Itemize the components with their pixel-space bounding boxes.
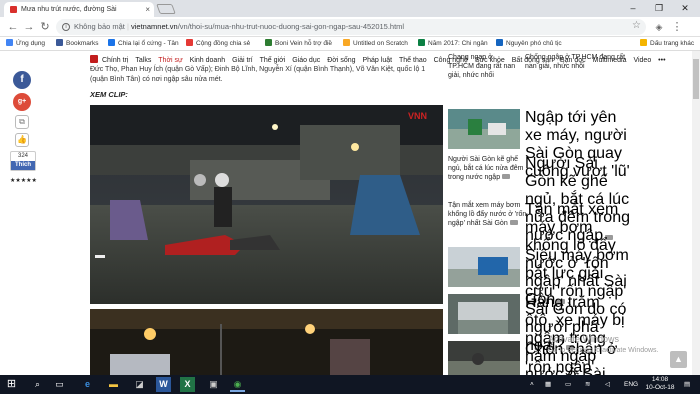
url-domain: vietnamnet.vn bbox=[131, 22, 178, 31]
taskbar: ⊞ ⌕ ▭ e ▬ ◪ W X ▣ ◉ ˄ ▦ ▭ ≋ ◁ ENG 14:08 … bbox=[0, 375, 700, 394]
file-explorer-icon[interactable]: ▬ bbox=[106, 377, 121, 392]
site-favicon-icon bbox=[10, 6, 17, 13]
related-thumbnail[interactable] bbox=[448, 294, 520, 334]
menu-icon[interactable]: ⋮ bbox=[670, 20, 684, 34]
share-panel: f g+ ⧉ 👍 324 Thích ★★★★★ bbox=[10, 71, 38, 184]
clock[interactable]: 14:08 10-Oct-18 bbox=[640, 376, 680, 392]
article: Đức Thọ, Phan Huy Ích (quận Gò Vấp); Đin… bbox=[90, 51, 445, 99]
battery-icon[interactable]: ▭ bbox=[565, 375, 571, 394]
related-thumbnail[interactable] bbox=[448, 109, 520, 149]
address-bar[interactable]: i Không bảo mật | vietnamnet.vn/vn/thoi-… bbox=[56, 19, 646, 35]
bookmarks-bar: Ứng dụng Bookmarks Chia lại ổ cứng - Tân… bbox=[0, 37, 700, 51]
copy-link-icon[interactable]: ⧉ bbox=[15, 115, 29, 129]
excel-icon[interactable]: X bbox=[180, 377, 195, 392]
toolbar: ← → ↻ i Không bảo mật | vietnamnet.vn/vn… bbox=[0, 17, 700, 37]
related-thumbnail[interactable] bbox=[448, 341, 520, 375]
search-icon[interactable]: ⌕ bbox=[30, 377, 45, 392]
scroll-to-top-button[interactable]: ▲ bbox=[670, 351, 687, 368]
tray-chevron-icon[interactable]: ˄ bbox=[530, 375, 534, 394]
start-icon[interactable]: ⊞ bbox=[4, 377, 19, 392]
like-label: Thích bbox=[11, 161, 35, 170]
minimize-button[interactable]: – bbox=[620, 0, 646, 17]
bookmark-item[interactable]: Dấu trang khác bbox=[640, 37, 694, 51]
bookmark-item[interactable]: Boni Vein hỗ trợ điề bbox=[265, 37, 332, 51]
maximize-button[interactable]: ❐ bbox=[646, 0, 672, 17]
reload-icon[interactable]: ↻ bbox=[38, 20, 52, 34]
forward-icon[interactable]: → bbox=[22, 20, 36, 34]
word-icon[interactable]: W bbox=[156, 377, 171, 392]
camera-icon bbox=[502, 174, 511, 179]
more-nav-icon[interactable]: ••• bbox=[658, 53, 665, 68]
video-frame: VNN bbox=[90, 105, 443, 304]
nav-item[interactable]: Video bbox=[633, 53, 651, 68]
thumbs-up-icon[interactable]: 👍 bbox=[15, 133, 29, 147]
related-link[interactable]: Chang ngap ở TP.HCM đang rất nan giải, n… bbox=[448, 53, 520, 80]
bookmark-item[interactable]: Untitled on Scratch bbox=[343, 37, 408, 51]
page-content: Chính trị Talks Thời sự Kinh doanh Giải … bbox=[0, 51, 700, 375]
activate-windows-watermark: Activate Windows Go to Settings to activ… bbox=[548, 334, 659, 354]
chrome-icon[interactable]: ◉ bbox=[230, 377, 245, 392]
network-icon[interactable]: ▦ bbox=[545, 375, 551, 394]
store-icon[interactable]: ◪ bbox=[132, 377, 147, 392]
video-logo: VNN bbox=[408, 111, 427, 121]
edge-icon[interactable]: e bbox=[80, 377, 95, 392]
language-indicator[interactable]: ENG bbox=[624, 375, 638, 394]
bookmark-item[interactable]: Cộng đồng chia sẻ bbox=[186, 37, 250, 51]
extension-icon[interactable]: ◈ bbox=[652, 20, 666, 34]
tab-title: Mưa nhu trút nước, đường Sài bbox=[21, 6, 117, 13]
bookmark-item[interactable]: Ứng dụng bbox=[6, 37, 45, 51]
article-intro: Đức Thọ, Phan Huy Ích (quận Gò Vấp); Đin… bbox=[90, 66, 426, 83]
clock-time: 14:08 bbox=[651, 376, 669, 383]
like-count: 324 bbox=[17, 153, 28, 159]
bookmark-item[interactable]: Năm 2017: Chi ngân bbox=[418, 37, 488, 51]
camera-icon bbox=[509, 220, 518, 225]
related-image-alt[interactable]: Người Sài Gòn kẽ ghế ngủ, bắt cá lúc nửa… bbox=[448, 155, 528, 182]
bookmark-item[interactable]: Bookmarks bbox=[56, 37, 99, 51]
bookmark-star-icon[interactable]: ☆ bbox=[632, 20, 641, 31]
close-window-button[interactable]: ✕ bbox=[672, 0, 698, 17]
tab-strip: Mưa nhu trút nước, đường Sài × – ❐ ✕ bbox=[0, 0, 700, 17]
new-tab-button[interactable] bbox=[156, 4, 176, 14]
related-link[interactable]: Chống ngập ở TP.HCM đang rất nan giải, n… bbox=[525, 53, 630, 71]
video-player-2[interactable] bbox=[90, 309, 443, 375]
volume-icon[interactable]: ◁ bbox=[605, 375, 610, 394]
video-frame-2 bbox=[90, 309, 443, 375]
browser-tab[interactable]: Mưa nhu trút nước, đường Sài × bbox=[4, 2, 154, 17]
like-button[interactable]: 324 Thích bbox=[10, 151, 36, 171]
clip-label: XEM CLIP: bbox=[90, 90, 128, 99]
notification-icon[interactable]: ▤ bbox=[684, 375, 690, 394]
bookmark-item[interactable]: Chia lại ổ cứng - Tân bbox=[108, 37, 179, 51]
tab-close-icon[interactable]: × bbox=[145, 2, 150, 17]
url-path: /vn/thoi-su/mua-nhu-trut-nuoc-duong-sai-… bbox=[177, 22, 405, 31]
facebook-icon[interactable]: f bbox=[13, 71, 31, 89]
bookmark-item[interactable]: Nguyên phó chủ tịc bbox=[496, 37, 562, 51]
rating-stars[interactable]: ★★★★★ bbox=[10, 177, 38, 184]
scrollbar-thumb[interactable] bbox=[693, 59, 699, 99]
google-plus-icon[interactable]: g+ bbox=[13, 93, 31, 111]
clock-date: 10-Oct-18 bbox=[645, 384, 675, 391]
back-icon[interactable]: ← bbox=[6, 20, 20, 34]
video-player[interactable]: VNN bbox=[90, 105, 443, 304]
scrollbar[interactable] bbox=[692, 51, 700, 375]
related-thumbnail[interactable] bbox=[448, 247, 520, 287]
security-label: Không bảo mật bbox=[74, 22, 125, 31]
related-image-alt[interactable]: Tận mắt xem máy bơm khổng lồ đẩy nước ở … bbox=[448, 201, 528, 228]
media-icon[interactable]: ▣ bbox=[206, 377, 221, 392]
info-icon[interactable]: i bbox=[62, 23, 70, 31]
wifi-icon[interactable]: ≋ bbox=[585, 375, 590, 394]
task-view-icon[interactable]: ▭ bbox=[52, 377, 67, 392]
